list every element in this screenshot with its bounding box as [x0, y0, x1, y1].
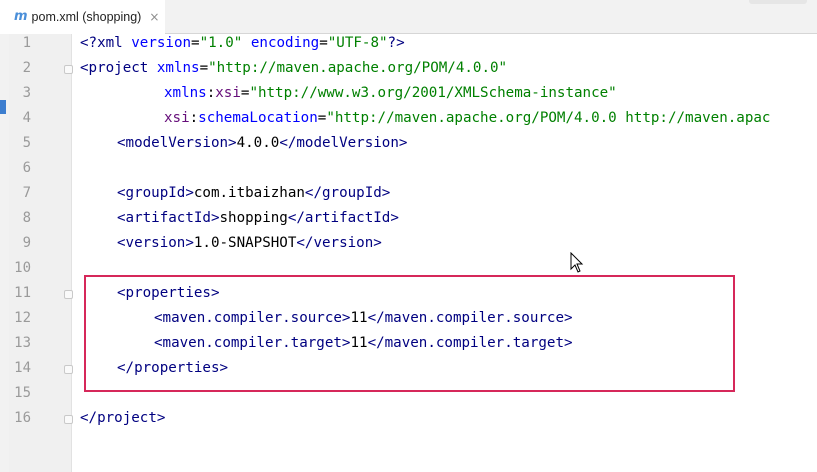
xml-declaration-close: ?>: [387, 35, 405, 51]
encoding-value: "UTF-8": [327, 35, 388, 51]
xmlns-value: "http://maven.apache.org/POM/4.0.0": [208, 60, 508, 76]
code-line-3: xmlns:xsi="http://www.w3.org/2001/XMLSch…: [164, 81, 617, 106]
highlight-box: [84, 275, 735, 392]
attr-version: version: [131, 35, 192, 51]
equals: =: [319, 35, 328, 51]
colon: :: [189, 110, 199, 126]
attr-encoding: encoding: [250, 35, 320, 51]
line-number: 2: [22, 60, 31, 76]
attr-xmlns-prefix: xmlns: [164, 85, 207, 101]
group-id-text: com.itbaizhan: [193, 185, 305, 201]
maven-file-icon: m: [14, 9, 28, 24]
schema-location-value: "http://maven.apache.org/POM/4.0.0 http:…: [326, 110, 771, 126]
code-line-5: <modelVersion>4.0.0</modelVersion>: [117, 131, 407, 156]
left-tool-strip: [0, 34, 9, 472]
line-number: 7: [22, 185, 31, 201]
line-number: 9: [22, 235, 31, 251]
line-number: 8: [22, 210, 31, 226]
group-id-close-tag: </groupId>: [304, 185, 391, 201]
ns-xsi: xsi: [215, 85, 241, 101]
code-line-4: xsi:schemaLocation="http://maven.apache.…: [164, 106, 770, 131]
tab-pom-xml[interactable]: m pom.xml (shopping) ×: [0, 0, 165, 34]
code-line-7: <groupId>com.itbaizhan</groupId>: [117, 181, 390, 206]
xml-declaration-open: <?xml: [80, 35, 132, 51]
artifact-id-open-tag: <artifactId>: [117, 210, 220, 226]
code-line-2: <project xmlns="http://maven.apache.org/…: [80, 56, 507, 81]
close-icon[interactable]: ×: [149, 10, 159, 24]
tab-label: pom.xml (shopping): [31, 9, 142, 24]
code-line-16: </project>: [80, 406, 165, 431]
version-text: 1.0-SNAPSHOT: [193, 235, 297, 251]
editor-tab-bar: m pom.xml (shopping) ×: [0, 0, 817, 34]
line-number: 11: [14, 285, 31, 301]
line-number: 4: [22, 110, 31, 126]
mouse-cursor-icon: [570, 252, 584, 273]
code-line-8: <artifactId>shopping</artifactId>: [117, 206, 399, 231]
code-line-1: <?xml version="1.0" encoding="UTF-8"?>: [80, 31, 405, 56]
xsi-value: "http://www.w3.org/2001/XMLSchema-instan…: [249, 85, 617, 101]
version-value: "1.0": [199, 35, 243, 51]
model-version-open-tag: <modelVersion>: [117, 135, 237, 151]
project-open-tag: <project: [80, 60, 157, 76]
line-number: 1: [22, 35, 31, 51]
bookmark-marker: [0, 100, 6, 114]
equals: =: [199, 60, 209, 76]
model-version-text: 4.0.0: [236, 135, 280, 151]
colon: :: [206, 85, 216, 101]
artifact-id-close-tag: </artifactId>: [287, 210, 399, 226]
version-open-tag: <version>: [117, 235, 194, 251]
fold-toggle-icon[interactable]: [64, 65, 73, 74]
fold-end-icon[interactable]: [64, 365, 73, 374]
line-number: 6: [22, 160, 31, 176]
code-editor[interactable]: <?xml version="1.0" encoding="UTF-8"?> <…: [80, 34, 817, 472]
project-close-tag: </project>: [80, 410, 166, 426]
fold-toggle-icon[interactable]: [64, 290, 73, 299]
line-number: 10: [14, 260, 31, 276]
line-number: 5: [22, 135, 31, 151]
attr-xmlns: xmlns: [156, 60, 200, 76]
line-number: 12: [14, 310, 31, 326]
ns-xsi: xsi: [164, 110, 190, 126]
line-number: 15: [14, 385, 31, 401]
group-id-open-tag: <groupId>: [117, 185, 194, 201]
artifact-id-text: shopping: [219, 210, 288, 226]
line-number: 14: [14, 360, 31, 376]
line-number: 16: [14, 410, 31, 426]
line-number: 3: [22, 85, 31, 101]
model-version-close-tag: </modelVersion>: [279, 135, 408, 151]
version-close-tag: </version>: [296, 235, 382, 251]
equals: =: [191, 35, 200, 51]
line-number: 13: [14, 335, 31, 351]
code-line-9: <version>1.0-SNAPSHOT</version>: [117, 231, 382, 256]
fold-end-icon[interactable]: [64, 415, 73, 424]
attr-schema-location: schemaLocation: [198, 110, 318, 126]
scroll-indicator: [749, 0, 807, 4]
line-gutter: 1 2 3 4 5 6 7 8 9 10 11 12 13 14 15 16: [9, 34, 73, 472]
